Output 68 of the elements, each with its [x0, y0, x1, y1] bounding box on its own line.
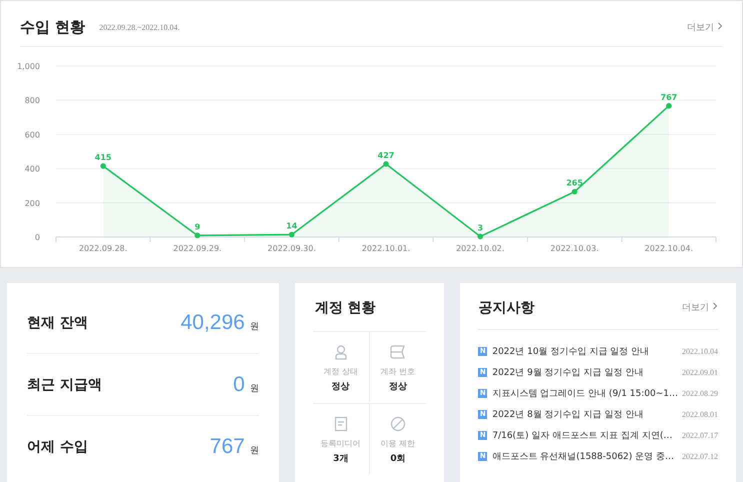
axis-label: 2022.10.04. [644, 244, 694, 253]
axis-label: 2022.09.28. [78, 244, 128, 253]
axis-label: 2022.10.01. [362, 244, 410, 253]
currency-unit: 원 [250, 444, 259, 456]
more-link[interactable]: 더보기 [682, 301, 718, 314]
currency-unit: 원 [250, 382, 259, 394]
data-point [194, 232, 200, 238]
balance-amount: 40,296 [180, 310, 245, 334]
data-point [383, 161, 389, 167]
notice-link[interactable]: 애드포스트 유선채널(1588-5062) 운영 중… [492, 450, 674, 463]
status-value: 3개 [333, 453, 348, 465]
data-label: 3 [478, 223, 484, 232]
prohibited-icon [390, 416, 406, 432]
axis-label: 600 [24, 130, 40, 140]
balance-amount: 767 [210, 434, 245, 458]
chevron-icon [717, 22, 723, 30]
more-link[interactable]: 더보기 [687, 21, 723, 34]
section-title: 수입 현황 [20, 18, 86, 37]
data-label: 14 [286, 222, 298, 231]
status-value: 0회 [390, 453, 406, 465]
axis-label: 2022.10.03. [550, 244, 599, 253]
notice-link[interactable]: 2022년 8월 정기수입 지급 일정 안내 [492, 408, 644, 421]
status-value: 정상 [332, 381, 350, 393]
notice-date: 2022.10.04 [681, 347, 718, 356]
data-point [666, 103, 672, 109]
axis-label: 1,000 [17, 62, 40, 71]
document-icon [332, 416, 349, 432]
person-icon [332, 344, 349, 360]
balance-amount: 0 [233, 372, 245, 396]
balance-label: 현재 잔액 [27, 314, 88, 332]
axis-label: 2022.09.30. [268, 244, 316, 253]
data-point [477, 234, 484, 240]
axis-label: 2022.10.02. [456, 244, 504, 253]
notice-date: 2022.07.17 [681, 431, 718, 440]
axis-label: 2022.09.29. [173, 244, 222, 253]
notice-link[interactable]: 2022년 10월 정기수입 지급 일정 안내 [492, 345, 650, 358]
balance-label: 최근 지급액 [27, 376, 102, 394]
balance-label: 어제 수입 [27, 438, 88, 456]
status-label: 이용 제한 [380, 438, 416, 449]
period-text: 2022.09.28.~2022.10.04. [99, 23, 180, 32]
data-point [572, 188, 578, 194]
section-title: 공지사항 [478, 298, 534, 316]
notice-date: 2022.08.01 [681, 410, 718, 419]
currency-unit: 원 [250, 320, 259, 332]
axis-label: 800 [24, 96, 40, 106]
data-point [288, 232, 295, 238]
axis-label: 200 [24, 198, 40, 208]
data-point [100, 163, 106, 169]
axis-label: 0 [34, 233, 40, 242]
data-label: 415 [94, 153, 112, 162]
chevron-icon [712, 302, 718, 310]
notice-link[interactable]: 2022년 9월 정기수입 지급 일정 안내 [492, 366, 644, 379]
section-title: 계정 현황 [312, 283, 426, 332]
data-label: 427 [378, 150, 394, 160]
data-label: 767 [660, 92, 678, 102]
notice-date: 2022.08.29 [681, 389, 718, 398]
notice-link[interactable]: 7/16(토) 일자 애드포스트 지표 집계 지연(… [492, 429, 672, 442]
data-label: 265 [566, 178, 583, 188]
status-label: 계정 상태 [323, 366, 358, 377]
notice-date: 2022.09.01 [681, 368, 718, 377]
flag-icon [390, 344, 406, 360]
notice-link[interactable]: 지표시스템 업그레이드 안내 (9/1 15:00~1… [492, 387, 678, 400]
status-label: 등록미디어 [320, 438, 361, 449]
notice-date: 2022.07.12 [681, 452, 718, 461]
axis-label: 400 [24, 164, 40, 174]
status-label: 계좌 번호 [380, 366, 416, 377]
data-label: 9 [194, 222, 200, 232]
status-value: 정상 [388, 381, 407, 393]
